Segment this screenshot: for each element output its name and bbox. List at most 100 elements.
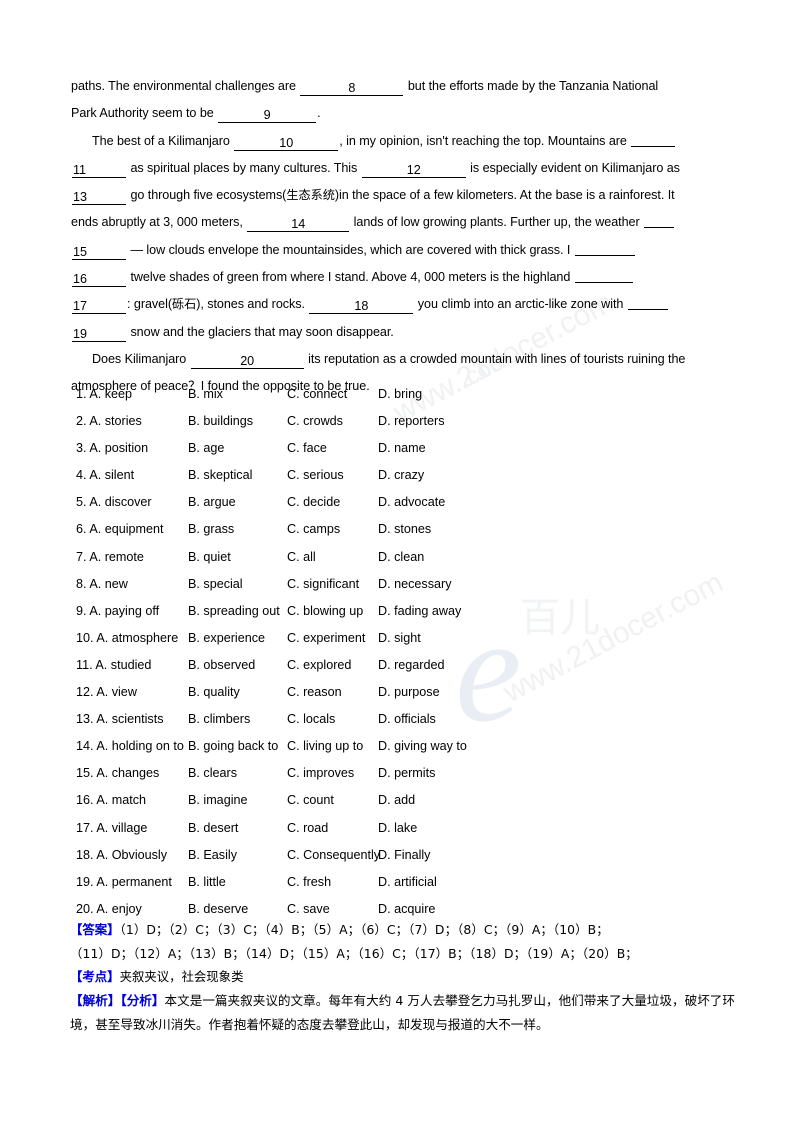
option-number-and-choice-a[interactable]: 2. A. stories	[76, 408, 142, 435]
option-number-and-choice-a[interactable]: 19. A. permanent	[76, 869, 172, 896]
blank-18[interactable]: 18	[309, 298, 414, 315]
option-choice-a[interactable]: A. Obviously	[94, 848, 167, 862]
blank-continuation[interactable]	[644, 212, 675, 229]
option-choice-c[interactable]: C. fresh	[287, 869, 331, 896]
option-number-and-choice-a[interactable]: 16. A. match	[76, 787, 146, 814]
option-choice-d[interactable]: D. Finally	[378, 842, 430, 869]
option-choice-a[interactable]: A. view	[94, 685, 137, 699]
option-choice-b[interactable]: B. argue	[188, 489, 236, 516]
option-choice-d[interactable]: D. giving way to	[378, 733, 467, 760]
option-choice-c[interactable]: C. serious	[287, 462, 344, 489]
blank-9[interactable]: 9	[218, 107, 317, 124]
option-choice-c[interactable]: C. decide	[287, 489, 340, 516]
option-number-and-choice-a[interactable]: 17. A. village	[76, 815, 147, 842]
option-choice-c[interactable]: C. connect	[287, 381, 347, 408]
option-choice-c[interactable]: C. significant	[287, 571, 359, 598]
option-choice-a[interactable]: A. enjoy	[94, 902, 142, 916]
option-choice-d[interactable]: D. advocate	[378, 489, 445, 516]
option-choice-c[interactable]: C. improves	[287, 760, 354, 787]
option-choice-d[interactable]: D. artificial	[378, 869, 437, 896]
option-choice-d[interactable]: D. name	[378, 435, 426, 462]
option-choice-d[interactable]: D. clean	[378, 544, 424, 571]
option-choice-a[interactable]: A. equipment	[87, 522, 163, 536]
blank-12[interactable]: 12	[361, 162, 466, 178]
blank-continuation[interactable]	[627, 294, 668, 311]
option-choice-b[interactable]: B. observed	[188, 652, 255, 679]
option-choice-d[interactable]: D. reporters	[378, 408, 445, 435]
option-choice-b[interactable]: B. experience	[188, 625, 265, 652]
blank-continuation[interactable]	[574, 240, 635, 256]
option-choice-d[interactable]: D. fading away	[378, 598, 461, 625]
option-choice-d[interactable]: D. add	[378, 787, 415, 814]
blank-10[interactable]: 10	[234, 135, 339, 151]
option-number-and-choice-a[interactable]: 6. A. equipment	[76, 516, 164, 543]
option-choice-c[interactable]: C. road	[287, 815, 328, 842]
option-number-and-choice-a[interactable]: 14. A. holding on to	[76, 733, 184, 760]
blank-continuation[interactable]	[574, 267, 633, 284]
option-choice-b[interactable]: B. special	[188, 571, 243, 598]
option-choice-b[interactable]: B. going back to	[188, 733, 278, 760]
option-choice-d[interactable]: D. regarded	[378, 652, 445, 679]
option-choice-d[interactable]: D. officials	[378, 706, 436, 733]
option-choice-d[interactable]: D. sight	[378, 625, 421, 652]
option-choice-c[interactable]: C. Consequently	[287, 842, 380, 869]
option-choice-b[interactable]: B. spreading out	[188, 598, 280, 625]
option-choice-c[interactable]: C. locals	[287, 706, 335, 733]
option-number-and-choice-a[interactable]: 12. A. view	[76, 679, 137, 706]
option-choice-b[interactable]: B. quiet	[188, 544, 231, 571]
option-choice-d[interactable]: D. crazy	[378, 462, 424, 489]
option-choice-b[interactable]: B. Easily	[188, 842, 237, 869]
blank-13[interactable]: 13	[72, 189, 126, 206]
option-number-and-choice-a[interactable]: 8. A. new	[76, 571, 128, 598]
blank-20[interactable]: 20	[190, 353, 304, 369]
blank-19[interactable]: 19	[72, 326, 126, 342]
option-choice-b[interactable]: B. climbers	[188, 706, 250, 733]
option-number-and-choice-a[interactable]: 3. A. position	[76, 435, 148, 462]
option-choice-a[interactable]: A. discover	[87, 495, 151, 509]
option-choice-d[interactable]: D. lake	[378, 815, 417, 842]
option-number-and-choice-a[interactable]: 13. A. scientists	[76, 706, 164, 733]
option-number-and-choice-a[interactable]: 18. A. Obviously	[76, 842, 167, 869]
option-choice-b[interactable]: B. quality	[188, 679, 240, 706]
option-choice-b[interactable]: B. imagine	[188, 787, 248, 814]
option-choice-c[interactable]: C. reason	[287, 679, 342, 706]
blank-16[interactable]: 16	[72, 271, 126, 288]
option-number-and-choice-a[interactable]: 5. A. discover	[76, 489, 152, 516]
option-choice-b[interactable]: B. little	[188, 869, 226, 896]
option-choice-c[interactable]: C. living up to	[287, 733, 363, 760]
option-choice-a[interactable]: A. atmosphere	[94, 631, 178, 645]
option-choice-c[interactable]: C. count	[287, 787, 334, 814]
option-choice-c[interactable]: C. explored	[287, 652, 351, 679]
blank-17[interactable]: 17	[72, 298, 126, 315]
option-choice-c[interactable]: C. all	[287, 544, 316, 571]
option-choice-b[interactable]: B. mix	[188, 381, 223, 408]
option-choice-a[interactable]: A. studied	[93, 658, 151, 672]
option-number-and-choice-a[interactable]: 11. A. studied	[76, 652, 151, 679]
option-choice-d[interactable]: D. necessary	[378, 571, 452, 598]
option-choice-c[interactable]: C. blowing up	[287, 598, 363, 625]
option-choice-a[interactable]: A. paying off	[87, 604, 159, 618]
option-number-and-choice-a[interactable]: 1. A. keep	[76, 381, 132, 408]
option-choice-b[interactable]: B. clears	[188, 760, 237, 787]
option-choice-a[interactable]: A. stories	[87, 414, 142, 428]
option-choice-a[interactable]: A. village	[94, 821, 147, 835]
option-choice-a[interactable]: A. permanent	[94, 875, 172, 889]
option-choice-b[interactable]: B. age	[188, 435, 224, 462]
blank-15[interactable]: 15	[72, 244, 126, 260]
option-choice-c[interactable]: C. experiment	[287, 625, 365, 652]
option-choice-d[interactable]: D. purpose	[378, 679, 440, 706]
option-choice-c[interactable]: C. camps	[287, 516, 340, 543]
option-choice-a[interactable]: A. silent	[87, 468, 134, 482]
option-choice-a[interactable]: A. changes	[94, 766, 159, 780]
option-choice-c[interactable]: C. crowds	[287, 408, 343, 435]
option-choice-b[interactable]: B. buildings	[188, 408, 253, 435]
option-number-and-choice-a[interactable]: 4. A. silent	[76, 462, 134, 489]
option-choice-a[interactable]: A. holding on to	[94, 739, 184, 753]
blank-8[interactable]: 8	[300, 80, 404, 96]
option-number-and-choice-a[interactable]: 9. A. paying off	[76, 598, 159, 625]
option-number-and-choice-a[interactable]: 15. A. changes	[76, 760, 159, 787]
option-choice-d[interactable]: D. stones	[378, 516, 431, 543]
option-choice-a[interactable]: A. match	[94, 793, 146, 807]
option-choice-a[interactable]: A. remote	[87, 550, 144, 564]
option-choice-b[interactable]: B. grass	[188, 516, 234, 543]
